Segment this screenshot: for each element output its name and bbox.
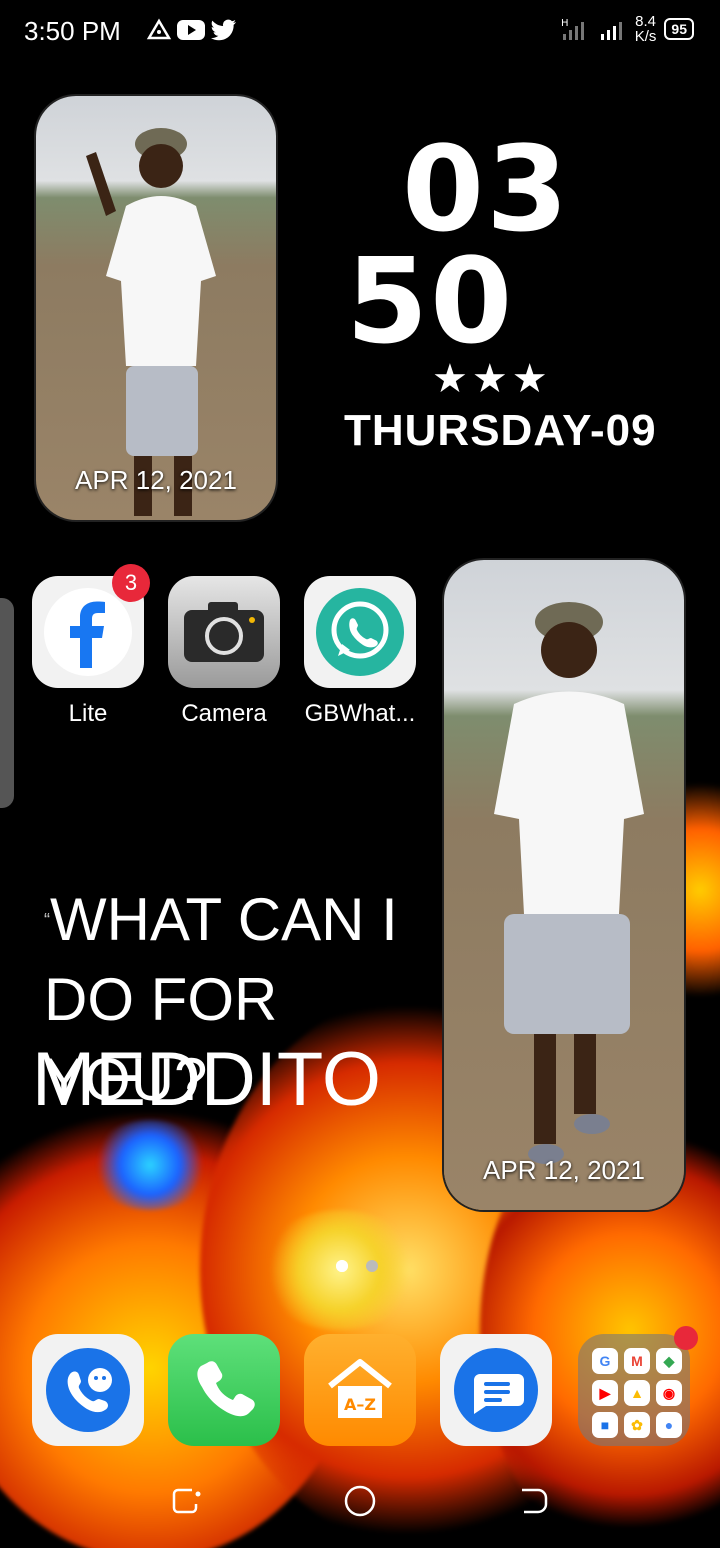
- photo-widget-2[interactable]: APR 12, 2021: [444, 560, 684, 1210]
- maps-icon: ◆: [656, 1348, 682, 1374]
- network-speed: 8.4 K/s: [635, 14, 657, 44]
- drive-icon: ▲: [624, 1380, 650, 1406]
- az-launcher-icon: A–Z: [304, 1334, 416, 1446]
- triangle-notification-icon: [146, 18, 172, 40]
- phone-icon: [168, 1334, 280, 1446]
- assistant-icon: ●: [656, 1412, 682, 1438]
- dock-app-messages[interactable]: [440, 1334, 552, 1446]
- twitter-icon: [211, 19, 236, 41]
- duo-icon: ■: [592, 1412, 618, 1438]
- app-gbwhatsapp[interactable]: GBWhat...: [304, 576, 416, 728]
- youtube-icon: [177, 20, 205, 40]
- notification-badge: 3: [112, 564, 150, 602]
- page-dot-active[interactable]: [336, 1260, 348, 1272]
- app-label-camera: Camera: [181, 700, 267, 727]
- person-photo-icon: [86, 128, 216, 516]
- photos-icon: ✿: [624, 1412, 650, 1438]
- photo-widget-1[interactable]: APR 12, 2021: [36, 96, 276, 520]
- page-dot[interactable]: [366, 1260, 378, 1272]
- status-time: 3:50 PM: [24, 16, 121, 46]
- notification-icons: [146, 18, 238, 42]
- app-label-lite: Lite: [68, 700, 108, 727]
- clock-minute[interactable]: 50: [346, 232, 514, 370]
- clock-weekday: THURSDAY-09: [344, 406, 657, 455]
- recents-button-icon[interactable]: [170, 1484, 204, 1518]
- dialer-smile-icon: [32, 1334, 144, 1446]
- folder-notification-dot: [674, 1326, 698, 1350]
- dock-app-launcher[interactable]: A–Z: [304, 1334, 416, 1446]
- svg-text:H: H: [561, 18, 569, 29]
- photo-date-2: APR 12, 2021: [483, 1155, 645, 1185]
- page-indicator[interactable]: [336, 1260, 378, 1272]
- messages-icon: [440, 1334, 552, 1446]
- dock-app-phone[interactable]: [168, 1334, 280, 1446]
- app-camera[interactable]: Camera: [168, 576, 280, 728]
- youtube-music-icon: ◉: [656, 1380, 682, 1406]
- facebook-lite-icon: 3: [32, 564, 150, 688]
- camera-icon: [168, 576, 280, 688]
- navigation-bar: [0, 1476, 720, 1526]
- app-label-gbwhatsapp: GBWhat...: [304, 700, 416, 727]
- app-facebook-lite[interactable]: 3 Lite: [32, 564, 150, 728]
- gbwhatsapp-icon: [304, 576, 416, 688]
- quote-signature: MEDDITO: [32, 1037, 382, 1122]
- signal-icon-1: H: [561, 18, 584, 40]
- svg-text:A–Z: A–Z: [344, 1395, 376, 1414]
- edge-panel-handle[interactable]: [0, 598, 14, 808]
- google-apps-folder[interactable]: G M ◆ ▶ ▲ ◉ ■ ✿ ●: [578, 1326, 698, 1446]
- youtube-icon: ▶: [592, 1380, 618, 1406]
- network-speed-unit: K/s: [634, 28, 657, 45]
- person-photo-icon: [494, 602, 644, 1164]
- google-icon: G: [592, 1348, 618, 1374]
- dock-app-phone-dialer[interactable]: [32, 1334, 144, 1446]
- back-button-icon[interactable]: [516, 1484, 550, 1518]
- signal-icon-2: [600, 22, 622, 40]
- network-speed-value: 8.4: [635, 13, 656, 30]
- gmail-icon: M: [624, 1348, 650, 1374]
- home-button-icon[interactable]: [343, 1484, 377, 1518]
- clock-stars: ★★★: [432, 357, 552, 401]
- status-right: H 8.4 K/s 95: [561, 14, 694, 44]
- battery-indicator: 95: [664, 18, 694, 40]
- status-bar: 3:50 PM H 8.4 K/s 95: [0, 0, 720, 66]
- photo-date-1: APR 12, 2021: [75, 465, 237, 495]
- flame-6: [90, 1120, 210, 1210]
